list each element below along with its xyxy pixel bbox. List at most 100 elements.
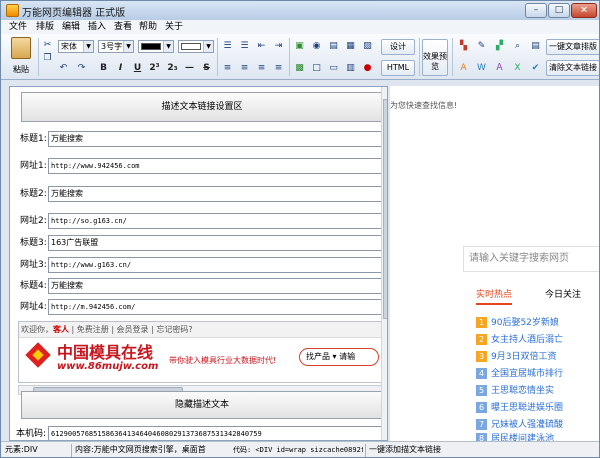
italic-button[interactable]: I [113, 61, 128, 76]
print-icon[interactable]: ▤ [528, 39, 543, 54]
font-size-select[interactable]: 3号字 ▼ [98, 40, 134, 53]
menu-layout[interactable]: 排版 [36, 21, 54, 33]
rank-badge: 8 [476, 433, 487, 441]
url3-label: 网址3: [20, 260, 47, 270]
minimize-button[interactable]: – [525, 3, 547, 18]
hide-description-button[interactable]: 隐藏描述文本 [21, 391, 383, 419]
align-left-icon[interactable]: ≡ [220, 61, 235, 76]
menu-edit[interactable]: 编辑 [62, 21, 80, 33]
machine-code-input[interactable]: 6129005768515863641346404608029137368753… [48, 426, 385, 440]
align-justify-icon[interactable]: ≡ [271, 61, 286, 76]
media-icon[interactable]: ◉ [309, 39, 324, 54]
panel-vertical-scrollbar[interactable] [381, 87, 387, 440]
flash-icon[interactable]: ▤ [326, 39, 341, 54]
pen-icon[interactable]: ✎ [474, 39, 489, 54]
paste-icon[interactable] [11, 37, 31, 59]
title1-input[interactable]: 万能搜索 [48, 131, 385, 147]
preview-brand: 中国模具在线 [57, 343, 154, 362]
title2-label: 标题2: [20, 189, 47, 199]
layer-icon[interactable]: ▭ [326, 61, 341, 76]
status-code: 代码: <DIV id=wrap sizcache0892f [233, 446, 363, 454]
close-button[interactable]: × [571, 3, 597, 18]
tool-icon[interactable]: ▞ [492, 39, 507, 54]
format-icon[interactable]: A [456, 61, 471, 76]
strike-button[interactable]: S [199, 61, 214, 76]
back-color-select[interactable]: ▼ [178, 40, 214, 53]
outdent-icon[interactable]: ⇤ [254, 39, 269, 54]
menu-file[interactable]: 文件 [9, 21, 27, 33]
superscript-button[interactable]: 2³ [147, 61, 162, 76]
unordered-list-icon[interactable]: ☰ [237, 39, 252, 54]
paste-label: 粘贴 [13, 65, 29, 74]
subscript-button[interactable]: 2₃ [165, 61, 180, 76]
toolbar-divider [419, 38, 420, 76]
char-icon[interactable]: Ａ [492, 61, 507, 76]
tab-realtime-hot[interactable]: 实时热点 [476, 285, 513, 305]
spell-icon[interactable]: ✔ [528, 61, 543, 76]
maximize-button[interactable]: □ [548, 3, 570, 18]
app-logo-icon [6, 4, 19, 17]
copy-icon[interactable]: ❐ [40, 51, 55, 66]
fore-color-select[interactable]: ▼ [138, 40, 174, 53]
search-hint: 为您快速查找信息! [390, 101, 458, 110]
search-input[interactable]: 请输入关键字搜索网页 [463, 246, 599, 272]
scrollbar-thumb[interactable] [383, 99, 387, 319]
box-icon[interactable]: □ [309, 61, 324, 76]
url4-input[interactable]: http://m.942456.com/ [48, 299, 385, 315]
link-icon[interactable]: ▨ [360, 39, 375, 54]
tab-today-focus[interactable]: 今日关注 [545, 285, 581, 305]
url3-input[interactable]: http://www.g163.cn/ [48, 257, 385, 273]
preview-search-box[interactable]: 找产品 ▾ 请输 [299, 348, 379, 366]
preview-guest-link[interactable]: 客人 [53, 325, 69, 334]
underline-button[interactable]: U [130, 61, 145, 76]
font-name-select[interactable]: 宋体 ▼ [58, 40, 94, 53]
preview-button[interactable]: 效果预览 [422, 39, 448, 76]
url1-input[interactable]: http://www.942456.com [48, 158, 385, 174]
stop-icon[interactable]: ● [360, 61, 375, 76]
url2-input[interactable]: http://so.g163.cn/ [48, 213, 385, 229]
chevron-down-icon: ▼ [163, 41, 173, 52]
clean-icon[interactable]: ▚ [456, 39, 471, 54]
menu-about[interactable]: 关于 [165, 21, 183, 33]
preview-user-bar: 欢迎你，客人 | 免费注册 | 会员登录 | 忘记密码? [19, 322, 383, 338]
table-icon[interactable]: ▦ [343, 39, 358, 54]
menu-view[interactable]: 查看 [114, 21, 132, 33]
word-icon[interactable]: W [474, 61, 489, 76]
indent-icon[interactable]: ⇥ [271, 39, 286, 54]
preview-welcome-text: 欢迎你， [21, 325, 53, 334]
rank-badge: 7 [476, 419, 487, 430]
hr-icon[interactable]: — [182, 61, 197, 76]
title2-input[interactable]: 万能搜索 [48, 186, 385, 202]
title4-input[interactable]: 万能搜索 [48, 278, 385, 294]
title3-input[interactable]: 163广告联盟 [48, 235, 385, 251]
preview-account-links[interactable]: | 免费注册 | 会员登录 | 忘记密码? [69, 325, 193, 334]
status-action[interactable]: 一键添加描文本链接 [369, 444, 459, 456]
html-button[interactable]: HTML [381, 60, 415, 76]
redo-icon[interactable]: ↷ [74, 61, 89, 76]
toolbar-divider [289, 38, 290, 76]
rank-badge: 2 [476, 334, 487, 345]
rank-badge: 6 [476, 402, 487, 413]
clear-text-links-button[interactable]: 清除文本链接 [546, 60, 599, 76]
align-center-icon[interactable]: ≡ [237, 61, 252, 76]
link-settings-header-button[interactable]: 描述文本链接设置区 [21, 92, 383, 122]
ordered-list-icon[interactable]: ☰ [220, 39, 235, 54]
undo-icon[interactable]: ↶ [56, 61, 71, 76]
menu-help[interactable]: 帮助 [139, 21, 157, 33]
toolbar-divider [452, 38, 453, 76]
preview-slogan: 带你驶入模具行业大数据时代! [169, 356, 277, 365]
form-icon[interactable]: ▥ [343, 61, 358, 76]
search-text-icon[interactable]: ⌕ [510, 39, 525, 54]
design-button[interactable]: 设计 [381, 39, 415, 55]
bold-button[interactable]: B [96, 61, 111, 76]
excel-icon[interactable]: X [510, 61, 525, 76]
toolbar: 粘贴 ✂ ❐ 宋体 ▼ 3号字 ▼ ▼ ▼ ↶ ↷ B I U 2³ 2₃ — S … [1, 34, 599, 80]
one-click-layout-button[interactable]: 一键文章排版 [546, 39, 599, 55]
menu-insert[interactable]: 插入 [88, 21, 106, 33]
title4-label: 标题4: [20, 281, 47, 291]
toolbar-divider [38, 38, 39, 76]
image-icon[interactable]: ▣ [292, 39, 307, 54]
align-right-icon[interactable]: ≡ [254, 61, 269, 76]
chevron-down-icon: ▼ [83, 41, 93, 52]
symbol-icon[interactable]: ▩ [292, 61, 307, 76]
